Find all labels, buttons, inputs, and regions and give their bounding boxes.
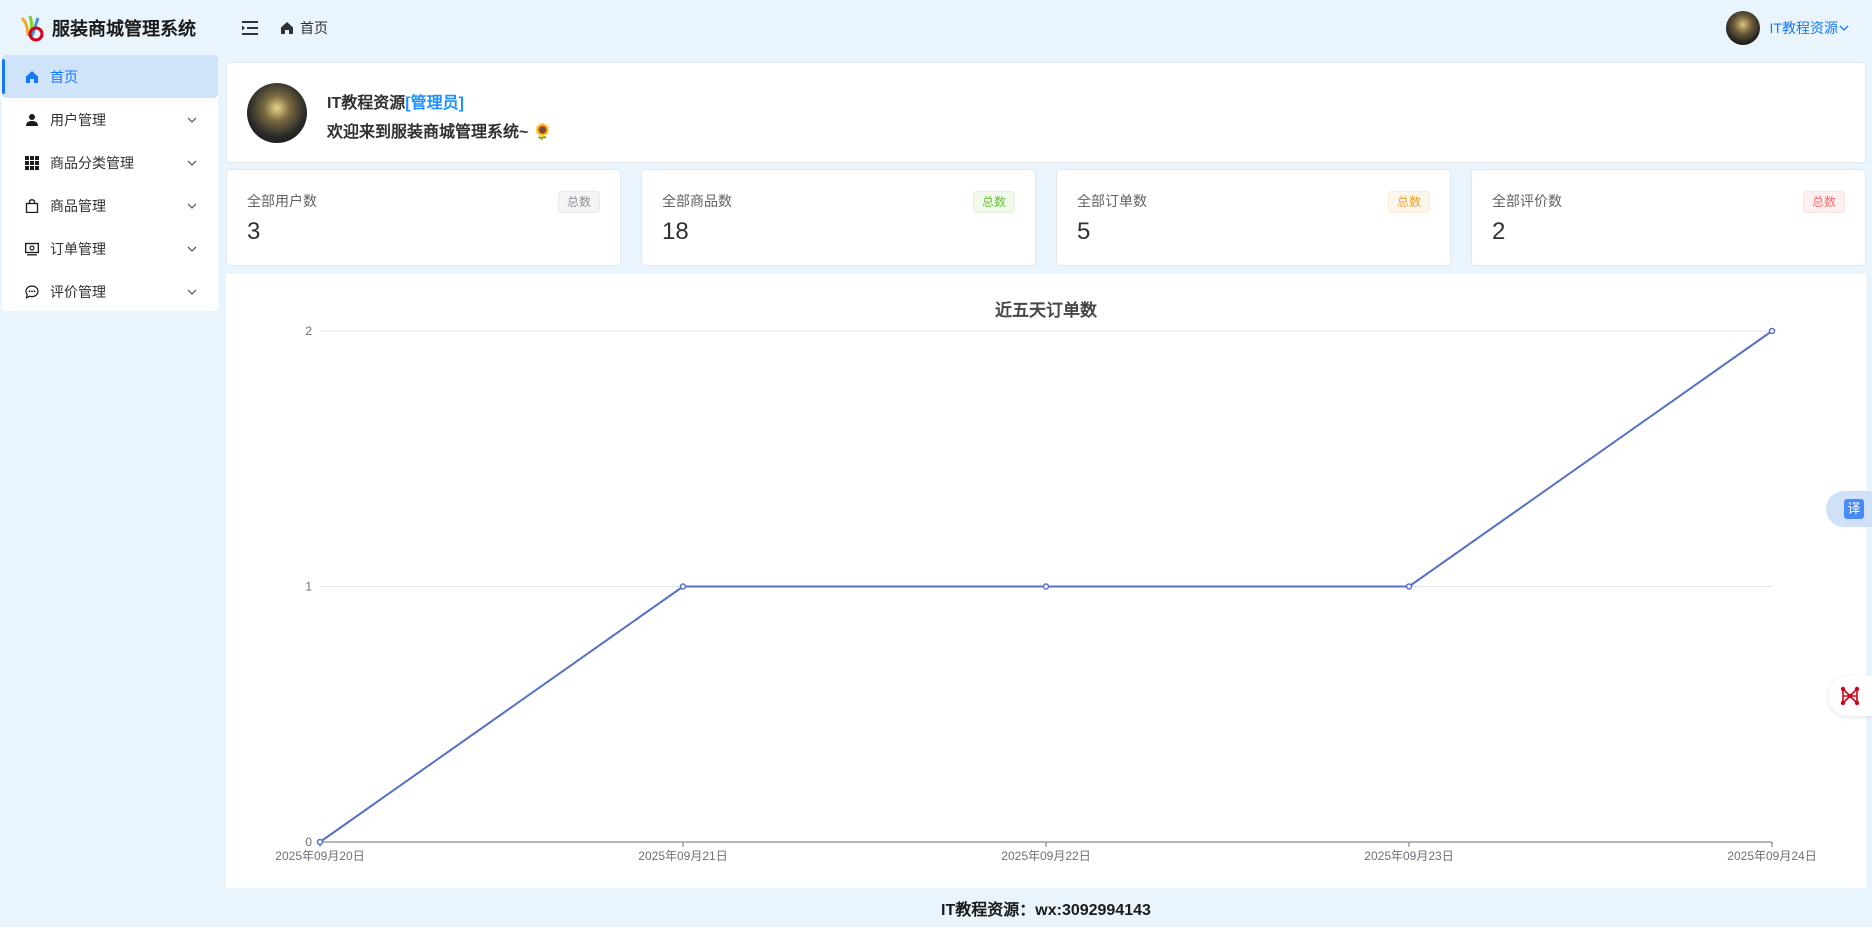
avatar (1725, 11, 1760, 45)
welcome-name-line: IT教程资源[管理员] (327, 89, 464, 113)
y-tick-label: 2 (305, 324, 312, 338)
sidebar-item-label: 首页 (50, 68, 78, 85)
sidebar-item-label: 商品分类管理 (50, 154, 134, 171)
line-chart: 0 1 2 2025年09月20日 2025年09月21日 2025年09月22日 2025… (275, 300, 1816, 863)
stat-value: 5 (1077, 218, 1091, 245)
grid-icon (24, 155, 40, 171)
sidebar-item-label: 用户管理 (50, 111, 106, 128)
order-icon (24, 241, 40, 257)
data-point (316, 838, 324, 846)
role-label: [管理员] (405, 95, 464, 112)
stat-value: 3 (247, 218, 261, 245)
status-badge: 总数 (1802, 191, 1845, 213)
sidebar: 服装商城管理系统 首页 用户管理 商品分类管理 商品管理 订单管理 评价管理 (0, 0, 220, 927)
breadcrumb: 首页 (280, 18, 328, 38)
stat-value: 2 (1492, 218, 1506, 245)
x-tick-label: 2025年09月23日 (1364, 849, 1453, 863)
menu-toggle-icon[interactable] (242, 20, 260, 36)
data-point (679, 583, 687, 590)
sidebar-item-users[interactable]: 用户管理 (2, 98, 218, 141)
chart-panel: 0 1 2 2025年09月20日 2025年09月21日 2025年09月22日 2025… (226, 274, 1866, 888)
logo-icon (16, 12, 48, 44)
stat-card-orders: 全部订单数 5 总数 (1056, 169, 1451, 266)
stat-value: 18 (662, 218, 689, 245)
welcome-panel: IT教程资源[管理员] 欢迎来到服装商城管理系统~ 🌻 (226, 62, 1866, 163)
y-tick-label: 1 (305, 580, 312, 594)
chevron-down-icon (187, 160, 197, 166)
footer: IT教程资源：wx:3092994143 (220, 888, 1872, 927)
translate-button[interactable]: 译 (1826, 491, 1872, 527)
breadcrumb-item[interactable]: 首页 (300, 18, 328, 38)
home-icon (281, 21, 293, 34)
stat-card-reviews: 全部评价数 2 总数 (1471, 169, 1866, 266)
app-title: 服装商城管理系统 (52, 18, 196, 39)
network-widget-button[interactable] (1828, 676, 1872, 716)
sidebar-item-orders[interactable]: 订单管理 (2, 227, 218, 270)
sidebar-item-label: 评价管理 (50, 283, 106, 300)
sidebar-item-reviews[interactable]: 评价管理 (2, 270, 218, 313)
sidebar-item-label: 商品管理 (50, 197, 106, 214)
avatar (247, 83, 307, 143)
x-tick-label: 2025年09月24日 (1727, 849, 1816, 863)
network-icon (1840, 686, 1860, 706)
x-tick-label: 2025年09月21日 (638, 849, 727, 863)
sidebar-item-home[interactable]: 首页 (2, 55, 218, 98)
user-name: IT教程资源 (1769, 20, 1838, 36)
stat-label: 全部评价数 (1492, 193, 1562, 209)
data-point (1405, 583, 1413, 590)
chevron-down-icon (1839, 25, 1849, 31)
user-icon (24, 112, 40, 128)
translate-icon: 译 (1844, 499, 1864, 519)
bag-icon (24, 198, 40, 214)
status-badge: 总数 (1387, 191, 1430, 213)
status-badge: 总数 (972, 191, 1015, 213)
chart-title: 近五天订单数 (995, 300, 1098, 320)
welcome-message: 欢迎来到服装商城管理系统~ 🌻 (327, 124, 553, 141)
status-badge: 总数 (557, 191, 600, 213)
y-tick-label: 0 (305, 835, 312, 849)
stat-label: 全部订单数 (1077, 193, 1147, 209)
sidebar-item-products[interactable]: 商品管理 (2, 184, 218, 227)
data-point (1042, 583, 1050, 590)
welcome-user-name: IT教程资源 (327, 95, 406, 112)
chevron-down-icon (187, 203, 197, 209)
user-dropdown[interactable]: IT教程资源 (1725, 11, 1850, 45)
sidebar-item-categories[interactable]: 商品分类管理 (2, 141, 218, 184)
sidebar-menu: 首页 用户管理 商品分类管理 商品管理 订单管理 评价管理 (2, 55, 218, 311)
chevron-down-icon (187, 289, 197, 295)
comment-icon (24, 284, 40, 300)
app-logo[interactable]: 服装商城管理系统 (0, 0, 220, 55)
stat-label: 全部用户数 (247, 193, 317, 209)
chevron-down-icon (187, 246, 197, 252)
x-tick-label: 2025年09月20日 (275, 849, 364, 863)
x-tick-label: 2025年09月22日 (1001, 849, 1090, 863)
home-icon (24, 69, 40, 85)
stat-card-users: 全部用户数 3 总数 (226, 169, 621, 266)
top-header: 首页 IT教程资源 (220, 0, 1872, 55)
sidebar-item-label: 订单管理 (50, 240, 106, 257)
stat-card-products: 全部商品数 18 总数 (641, 169, 1036, 266)
stat-label: 全部商品数 (662, 193, 732, 209)
data-point (1768, 327, 1776, 335)
chevron-down-icon (187, 117, 197, 123)
